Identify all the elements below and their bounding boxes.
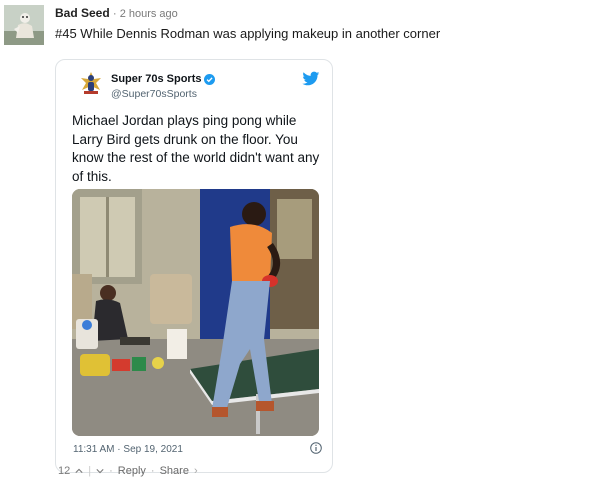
tweet-avatar xyxy=(78,69,104,97)
vote-divider: | xyxy=(88,465,92,477)
share-chevron-icon[interactable]: › xyxy=(194,465,198,477)
tweet-display-name-text: Super 70s Sports xyxy=(111,73,202,85)
share-link[interactable]: Share xyxy=(160,465,189,477)
tweet-card: Super 70s Sports @Super70sSports Michael… xyxy=(55,59,333,473)
downvote-icon[interactable] xyxy=(96,467,104,475)
comment-author[interactable]: Bad Seed xyxy=(55,6,110,20)
reply-link[interactable]: Reply xyxy=(118,465,146,477)
info-icon[interactable] xyxy=(310,442,322,454)
tweet-timestamp: 11:31 AM · Sep 19, 2021 xyxy=(73,444,183,455)
tweet-photo[interactable] xyxy=(72,189,319,436)
tweet-handle: @Super70sSports xyxy=(111,88,197,100)
upvote-icon[interactable] xyxy=(75,467,83,475)
comment-actions: 12 | · Reply · Share › xyxy=(58,465,198,477)
comment-text: #45 While Dennis Rodman was applying mak… xyxy=(55,26,441,41)
verified-badge-icon xyxy=(204,73,216,85)
separator-dot: · xyxy=(112,6,117,20)
comment-header: Bad Seed · 2 hours ago xyxy=(55,6,178,20)
separator-dot: · xyxy=(150,465,155,477)
commenter-avatar[interactable] xyxy=(4,5,44,45)
comment-time[interactable]: 2 hours ago xyxy=(120,8,178,20)
twitter-bird-icon xyxy=(302,71,320,86)
tweet-display-name: Super 70s Sports xyxy=(111,73,216,85)
vote-count: 12 xyxy=(58,465,71,477)
tweet-text: Michael Jordan plays ping pong while Lar… xyxy=(72,113,320,184)
separator-dot: · xyxy=(109,465,113,477)
